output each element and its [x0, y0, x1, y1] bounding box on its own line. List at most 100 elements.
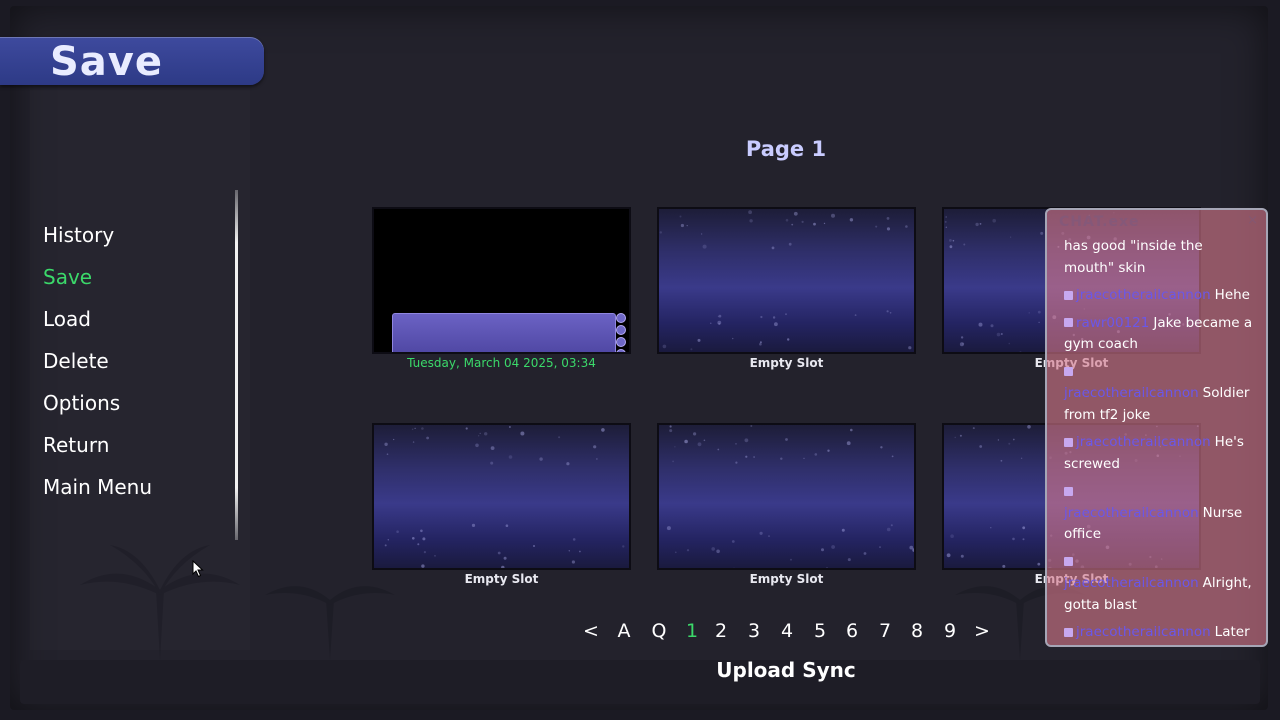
sparkle — [854, 314, 857, 316]
sparkle — [788, 242, 792, 246]
sparkle — [697, 338, 701, 342]
sparkle — [690, 348, 693, 351]
sparkle — [693, 432, 697, 436]
sparkle — [674, 446, 676, 448]
chat-message: jraecotherailcannon He's screwed — [1064, 432, 1254, 475]
page-9-button[interactable]: 9 — [937, 620, 963, 642]
chat-messages: has good "inside the mouth" skin jraecot… — [1064, 236, 1254, 645]
sparkle — [1022, 538, 1025, 541]
sparkle — [850, 428, 853, 432]
sparkle — [411, 428, 414, 431]
sparkle — [396, 530, 399, 533]
page-6-button[interactable]: 6 — [839, 620, 865, 642]
page-3-button[interactable]: 3 — [741, 620, 767, 642]
sparkle — [880, 446, 883, 449]
nav-main-menu[interactable]: Main Menu — [43, 466, 152, 508]
sparkle — [539, 457, 543, 461]
chat-message: jraecotherailcannon Later — [1064, 622, 1254, 644]
save-slot-1[interactable]: Tuesday, March 04 2025, 03:34 — [372, 207, 631, 370]
sparkle — [622, 545, 625, 548]
chat-message: jraecotherailcannon Alright, gotta blast — [1064, 552, 1254, 617]
sparkle — [735, 443, 737, 445]
sparkle — [952, 239, 955, 242]
sparkle — [465, 427, 468, 430]
page-auto-button[interactable]: A — [611, 620, 637, 642]
sparkle — [750, 425, 753, 427]
sparkle — [421, 564, 425, 568]
page-2-button[interactable]: 2 — [708, 620, 734, 642]
chat-username: jraecotherailcannon — [1064, 385, 1199, 401]
sparkle — [478, 435, 480, 437]
sparkle — [890, 524, 893, 527]
sparkle — [905, 225, 908, 228]
page-quick-button[interactable]: Q — [646, 620, 672, 642]
sparkle — [791, 223, 794, 226]
sparkle — [945, 216, 948, 218]
sparkle — [772, 316, 776, 319]
nav-delete[interactable]: Delete — [43, 340, 152, 382]
page-5-button[interactable]: 5 — [807, 620, 833, 642]
sparkle — [831, 545, 835, 549]
nav-history[interactable]: History — [43, 214, 152, 256]
page-4-button[interactable]: 4 — [774, 620, 800, 642]
sparkle — [749, 219, 753, 223]
sparkle — [732, 337, 734, 340]
sparkle — [414, 427, 416, 429]
save-slot-2[interactable]: Empty Slot — [657, 207, 916, 370]
sparkle — [996, 332, 1001, 337]
sparkle — [666, 526, 671, 531]
sparkle — [990, 324, 994, 328]
page-7-button[interactable]: 7 — [872, 620, 898, 642]
slot-thumbnail — [372, 207, 631, 354]
sparkle — [596, 458, 598, 460]
sparkle — [823, 222, 826, 225]
sparkle — [423, 551, 426, 554]
save-slot-4[interactable]: Empty Slot — [372, 423, 631, 586]
sparkle — [422, 537, 426, 541]
sparkle — [520, 431, 525, 436]
sparkle — [684, 439, 688, 444]
nav-save[interactable]: Save — [43, 256, 152, 298]
sparkle — [949, 239, 952, 242]
sparkle — [768, 535, 770, 537]
sparkle — [697, 442, 702, 447]
upload-sync-button[interactable]: Upload Sync — [700, 658, 872, 682]
sparkle — [827, 449, 830, 452]
sparkle — [508, 455, 513, 459]
sparkle — [572, 538, 576, 541]
sparkle — [946, 553, 951, 558]
sparkle — [717, 320, 722, 325]
sparkle — [421, 427, 424, 430]
sparkle — [700, 233, 703, 235]
nav-load[interactable]: Load — [43, 298, 152, 340]
sparkle — [962, 342, 965, 345]
sparkle — [1037, 562, 1041, 566]
sparkle — [891, 455, 894, 458]
sparkle — [384, 442, 388, 446]
subscriber-badge-icon — [1064, 557, 1073, 566]
nav-options[interactable]: Options — [43, 382, 152, 424]
chat-close-icon[interactable]: × — [1247, 213, 1258, 228]
sparkle — [803, 457, 805, 460]
sparkle — [601, 428, 605, 432]
sparkle — [675, 551, 677, 554]
sparkle — [490, 461, 494, 465]
sparkle — [710, 322, 712, 324]
page-1-button[interactable]: 1 — [679, 620, 705, 642]
next-page-button[interactable]: > — [969, 620, 995, 642]
page-8-button[interactable]: 8 — [904, 620, 930, 642]
save-slot-5[interactable]: Empty Slot — [657, 423, 916, 586]
sparkle — [912, 548, 914, 552]
chat-username: rawr00121 — [1076, 314, 1150, 331]
sparkle — [659, 231, 662, 234]
prev-page-button[interactable]: < — [578, 620, 604, 642]
sparkle — [849, 218, 854, 222]
nav-return[interactable]: Return — [43, 424, 152, 466]
sparkle — [501, 565, 505, 568]
sparkle — [686, 225, 688, 227]
sparkle — [426, 436, 429, 440]
slot-timestamp: Tuesday, March 04 2025, 03:34 — [407, 356, 596, 370]
quick-menu-preview — [616, 313, 626, 352]
sparkle — [490, 446, 495, 450]
sparkle — [949, 245, 953, 249]
